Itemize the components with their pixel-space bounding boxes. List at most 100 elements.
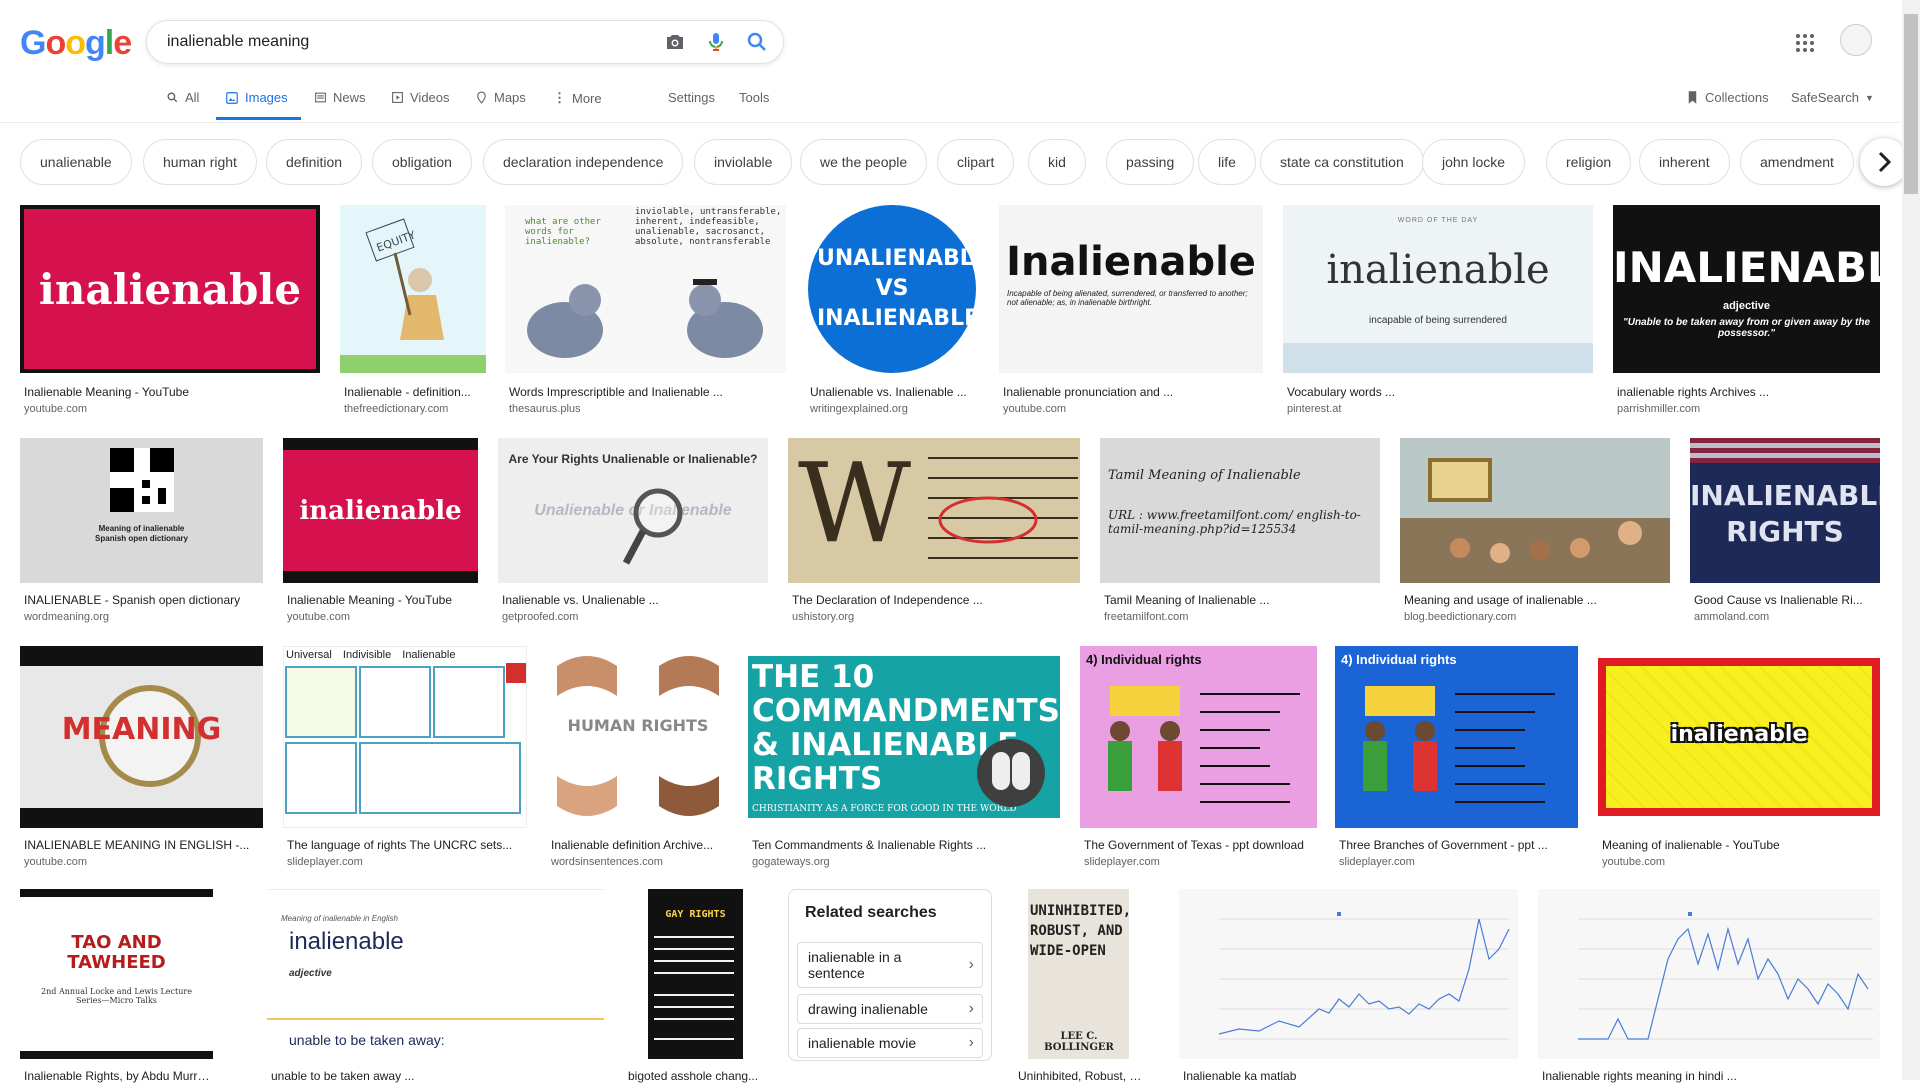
result-source[interactable]: slideplayer.com [287, 856, 363, 868]
result-caption[interactable]: Inalienable vs. Unalienable ... [502, 593, 768, 607]
image-result[interactable]: HUMAN RIGHTS Inalienable definition Arch… [547, 646, 729, 868]
image-result[interactable]: TAO AND TAWHEED 2nd Annual Locke and Lew… [20, 889, 213, 1083]
scrollbar-thumb[interactable] [1904, 14, 1918, 194]
search-icon[interactable] [745, 30, 769, 54]
image-result[interactable]: EQUITY Inalienable - definition... thefr… [340, 205, 486, 415]
chip[interactable]: religion [1546, 139, 1632, 185]
result-source[interactable]: writingexplained.org [810, 403, 908, 415]
safesearch-toggle[interactable]: SafeSearch ▼ [1791, 90, 1874, 105]
search-input[interactable]: inalienable meaning [167, 33, 309, 51]
chip[interactable]: state ca constitution [1260, 139, 1424, 185]
image-result[interactable]: 4) Individual rights Three Branches of G… [1335, 646, 1578, 868]
mic-icon[interactable] [704, 30, 728, 54]
result-source[interactable]: ammoland.com [1694, 611, 1769, 623]
chip[interactable]: passing [1106, 139, 1195, 185]
result-caption[interactable]: The language of rights The UNCRC sets... [287, 838, 527, 852]
image-result[interactable]: Are Your Rights Unalienable or Inalienab… [498, 438, 768, 628]
image-result[interactable]: Meaning of inalienable Spanish open dict… [20, 438, 263, 628]
image-result[interactable]: Tamil Meaning of Inalienable URL : www.f… [1100, 438, 1380, 628]
result-caption[interactable]: Three Branches of Government - ppt ... [1339, 838, 1578, 852]
result-source[interactable]: wordmeaning.org [24, 611, 109, 623]
result-caption[interactable]: Inalienable rights meaning in hindi ... [1542, 1069, 1880, 1083]
result-caption[interactable]: Inalienable Meaning - YouTube [24, 385, 320, 399]
result-source[interactable]: youtube.com [24, 856, 87, 868]
result-caption[interactable]: Uninhibited, Robust, a... [1018, 1069, 1144, 1083]
settings-link[interactable]: Settings [668, 90, 715, 105]
chip[interactable]: unalienable [20, 139, 132, 185]
google-logo[interactable]: Google [20, 24, 132, 63]
image-result[interactable]: WORD OF THE DAY inalienable incapable of… [1283, 205, 1593, 415]
image-result[interactable]: inalienable Inalienable Meaning - YouTub… [20, 205, 320, 415]
tab-all[interactable]: All [166, 90, 199, 105]
result-caption[interactable]: Words Imprescriptible and Inalienable ..… [509, 385, 786, 399]
tab-more[interactable]: ⋮ More [553, 90, 602, 106]
result-source[interactable]: youtube.com [24, 403, 87, 415]
image-result[interactable]: INALIENABLE adjective "Unable to be take… [1613, 205, 1880, 415]
result-caption[interactable]: Good Cause vs Inalienable Ri... [1694, 593, 1880, 607]
result-caption[interactable]: INALIENABLE MEANING IN ENGLISH -... [24, 838, 263, 852]
image-result[interactable]: Meaning and usage of inalienable ... blo… [1400, 438, 1670, 628]
chip[interactable]: human right [143, 139, 257, 185]
tab-news[interactable]: News [314, 90, 366, 105]
image-result[interactable]: THE 10 COMMANDMENTS & INALIENABLE RIGHTS… [748, 646, 1060, 868]
tab-images[interactable]: Images [225, 90, 288, 105]
chip[interactable]: inherent [1639, 139, 1730, 185]
image-result[interactable]: GAY RIGHTS bigoted asshole chang... [624, 889, 769, 1083]
result-caption[interactable]: bigoted asshole chang... [628, 1069, 769, 1083]
result-source[interactable]: gogateways.org [752, 856, 830, 868]
image-result[interactable]: UNALIENABLE VS INALIENABLE Unalienable v… [806, 205, 979, 415]
result-caption[interactable]: Inalienable Rights, by Abdu Murray ... [24, 1069, 213, 1083]
image-result[interactable]: Inalienable ka matlab [1179, 889, 1518, 1083]
image-result[interactable]: 4) Individual rights The Government of T… [1080, 646, 1317, 868]
result-caption[interactable]: Tamil Meaning of Inalienable ... [1104, 593, 1380, 607]
tab-maps[interactable]: Maps [475, 90, 526, 105]
chip[interactable]: amendment [1740, 139, 1854, 185]
image-result[interactable]: inalienable Meaning of inalienable - You… [1598, 646, 1880, 868]
result-caption[interactable]: Inalienable ka matlab [1183, 1069, 1518, 1083]
result-source[interactable]: parrishmiller.com [1617, 403, 1700, 415]
image-result[interactable]: Meaning of inalienable in English inalie… [267, 889, 604, 1083]
result-source[interactable]: slideplayer.com [1339, 856, 1415, 868]
result-caption[interactable]: Meaning of inalienable - YouTube [1602, 838, 1880, 852]
result-caption[interactable]: Inalienable pronunciation and ... [1003, 385, 1263, 399]
image-result[interactable]: Inalienable Incapable of being alienated… [999, 205, 1263, 415]
result-source[interactable]: youtube.com [287, 611, 350, 623]
chip[interactable]: clipart [937, 139, 1015, 185]
result-source[interactable]: thesaurus.plus [509, 403, 581, 415]
chip[interactable]: inviolable [694, 139, 793, 185]
image-result[interactable]: what are other words for inalienable? in… [505, 205, 786, 415]
result-source[interactable]: slideplayer.com [1084, 856, 1160, 868]
result-caption[interactable]: Ten Commandments & Inalienable Rights ..… [752, 838, 1060, 852]
chip[interactable]: definition [266, 139, 363, 185]
search-box[interactable]: inalienable meaning [146, 20, 784, 64]
image-result[interactable]: INALIENABLE RIGHTS Good Cause vs Inalien… [1690, 438, 1880, 628]
image-result[interactable]: Inalienable rights meaning in hindi ... [1538, 889, 1880, 1083]
image-result[interactable]: W The Declaration of Independence ... us… [788, 438, 1080, 628]
result-caption[interactable]: The Declaration of Independence ... [792, 593, 1080, 607]
camera-icon[interactable] [663, 30, 687, 54]
result-source[interactable]: blog.beedictionary.com [1404, 611, 1516, 623]
result-source[interactable]: wordsinsentences.com [551, 856, 663, 868]
result-caption[interactable]: Meaning and usage of inalienable ... [1404, 593, 1670, 607]
chip[interactable]: declaration independence [483, 139, 684, 185]
result-caption[interactable]: INALIENABLE - Spanish open dictionary [24, 593, 263, 607]
result-source[interactable]: youtube.com [1003, 403, 1066, 415]
chip[interactable]: john locke [1422, 139, 1526, 185]
result-source[interactable]: thefreedictionary.com [344, 403, 448, 415]
tab-videos[interactable]: Videos [391, 90, 450, 105]
image-result[interactable]: Universal Indivisible Inalienable The la… [283, 646, 527, 868]
chip[interactable]: obligation [372, 139, 472, 185]
result-caption[interactable]: Inalienable - definition... [344, 385, 486, 399]
chip[interactable]: we the people [800, 139, 928, 185]
image-result[interactable]: inalienable Inalienable Meaning - YouTub… [283, 438, 478, 628]
result-caption[interactable]: inalienable rights Archives ... [1617, 385, 1880, 399]
image-result[interactable]: MEANING INALIENABLE MEANING IN ENGLISH -… [20, 646, 263, 868]
result-source[interactable]: ushistory.org [792, 611, 854, 623]
result-caption[interactable]: The Government of Texas - ppt download [1084, 838, 1317, 852]
chip[interactable]: kid [1028, 139, 1086, 185]
result-caption[interactable]: Inalienable definition Archive... [551, 838, 729, 852]
result-source[interactable]: freetamilfont.com [1104, 611, 1188, 623]
result-caption[interactable]: Vocabulary words ... [1287, 385, 1593, 399]
result-source[interactable]: getproofed.com [502, 611, 578, 623]
result-source[interactable]: youtube.com [1602, 856, 1665, 868]
